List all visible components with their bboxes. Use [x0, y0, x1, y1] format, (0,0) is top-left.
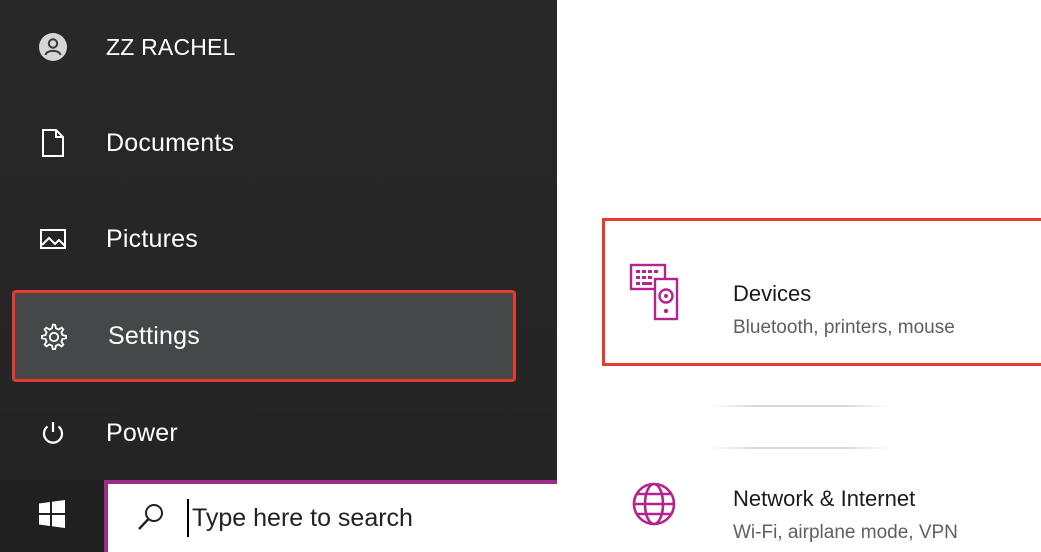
- pictures-icon: [38, 224, 68, 254]
- document-icon: [38, 128, 68, 158]
- tile-title: Devices: [733, 281, 812, 306]
- taskbar: Type here to search: [0, 480, 557, 552]
- tile-subtitle: Wi-Fi, airplane mode, VPN: [733, 522, 958, 543]
- tile-title: Network & Internet: [733, 486, 916, 511]
- divider: [710, 447, 890, 449]
- settings-tile-network[interactable]: Network & Internet Wi-Fi, airplane mode,…: [602, 468, 1041, 552]
- search-placeholder: Type here to search: [192, 504, 413, 532]
- start-item-power[interactable]: Power: [0, 398, 557, 468]
- settings-pane: Devices Bluetooth, printers, mouse Netwo…: [560, 0, 1041, 552]
- start-item-label: Power: [106, 418, 178, 447]
- gear-icon: [38, 321, 68, 351]
- start-item-documents[interactable]: Documents: [0, 108, 557, 178]
- divider: [710, 405, 890, 407]
- start-menu: ZZ RACHEL Documents Pictures Settings Po…: [0, 0, 557, 480]
- devices-icon: [629, 263, 681, 323]
- tile-subtitle: Bluetooth, printers, mouse: [733, 317, 955, 338]
- power-icon: [38, 418, 68, 448]
- start-item-label: Settings: [108, 321, 200, 350]
- windows-logo-icon: [37, 499, 67, 534]
- start-item-label: Pictures: [106, 224, 198, 253]
- user-account-item[interactable]: ZZ RACHEL: [0, 12, 557, 82]
- start-item-settings[interactable]: Settings: [12, 290, 516, 382]
- user-name: ZZ RACHEL: [106, 33, 236, 60]
- taskbar-search-box[interactable]: Type here to search: [104, 480, 557, 552]
- start-item-label: Documents: [106, 128, 235, 157]
- text-caret: [187, 499, 189, 537]
- search-icon: [136, 502, 166, 532]
- start-button[interactable]: [0, 480, 104, 552]
- globe-icon: [630, 480, 678, 528]
- start-item-pictures[interactable]: Pictures: [0, 204, 557, 274]
- screenshot-root: ZZ RACHEL Documents Pictures Settings Po…: [0, 0, 1041, 552]
- user-avatar-icon: [38, 32, 68, 62]
- settings-tile-devices[interactable]: Devices Bluetooth, printers, mouse: [602, 218, 1041, 366]
